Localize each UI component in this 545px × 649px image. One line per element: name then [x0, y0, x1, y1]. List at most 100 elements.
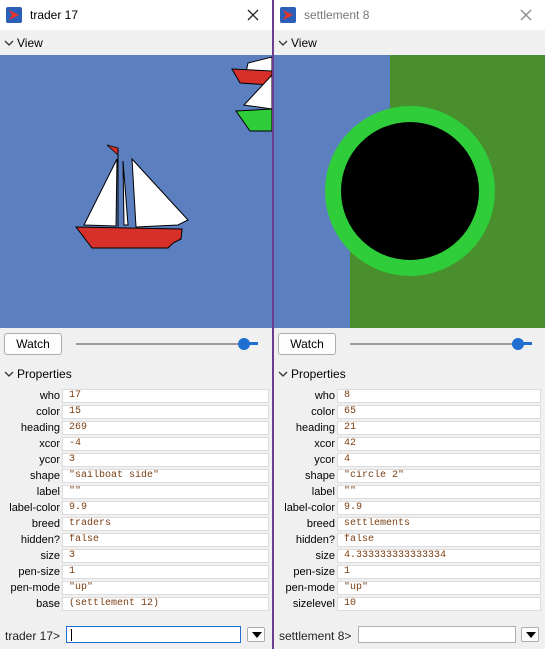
property-row: label "" [0, 484, 272, 500]
property-label: heading [295, 422, 335, 434]
property-field[interactable]: "" [337, 485, 541, 499]
property-field[interactable]: "up" [337, 581, 541, 595]
property-field[interactable]: false [62, 533, 269, 547]
agent-monitor-trader: trader 17 View Watch Properties who 17 c… [0, 0, 272, 649]
property-field[interactable]: false [337, 533, 541, 547]
window-title: trader 17 [30, 8, 79, 22]
property-field[interactable]: settlements [337, 517, 541, 531]
zoom-slider[interactable] [76, 336, 258, 352]
property-label: size [40, 550, 60, 562]
property-field[interactable]: "circle 2" [337, 469, 541, 483]
property-label: breed [31, 518, 60, 530]
property-label: label-color [284, 502, 335, 514]
command-history-dropdown[interactable] [521, 627, 539, 642]
chevron-down-icon [278, 371, 288, 377]
property-row: size 3 [0, 548, 272, 564]
property-field[interactable]: 17 [62, 389, 269, 403]
property-field[interactable]: 4 [337, 453, 541, 467]
property-field[interactable]: "sailboat side" [62, 469, 269, 483]
property-field[interactable]: "up" [62, 581, 269, 595]
property-label: color [311, 406, 335, 418]
property-row: color 15 [0, 404, 272, 420]
property-field[interactable]: 65 [337, 405, 541, 419]
chevron-down-icon [4, 371, 14, 377]
property-field[interactable]: 10 [337, 597, 541, 611]
property-field[interactable]: 1 [337, 565, 541, 579]
property-field[interactable]: 3 [62, 549, 269, 563]
properties-label: Properties [17, 367, 72, 381]
property-field[interactable]: (settlement 12) [62, 597, 269, 611]
command-prompt: trader 17> [5, 629, 61, 643]
netlogo-app-icon [280, 7, 296, 23]
property-field[interactable]: -4 [62, 437, 269, 451]
world-view-canvas [274, 55, 545, 328]
dropdown-arrow-icon [252, 632, 262, 638]
property-row: pen-size 1 [274, 564, 545, 580]
property-label: xcor [314, 438, 335, 450]
property-label: label-color [9, 502, 60, 514]
property-row: who 8 [274, 388, 545, 404]
property-row: heading 269 [0, 420, 272, 436]
property-row: shape "sailboat side" [0, 468, 272, 484]
property-field[interactable]: 4.333333333333334 [337, 549, 541, 563]
property-label: ycor [39, 454, 60, 466]
command-center: trader 17> [0, 620, 272, 649]
property-field[interactable]: 3 [62, 453, 269, 467]
property-row: ycor 3 [0, 452, 272, 468]
slider-thumb[interactable] [512, 338, 524, 350]
property-label: who [39, 390, 60, 402]
property-field[interactable]: 1 [62, 565, 269, 579]
slider-thumb[interactable] [238, 338, 250, 350]
property-label: xcor [39, 438, 60, 450]
property-label: pen-mode [285, 582, 335, 594]
command-input[interactable] [358, 626, 516, 643]
property-row: pen-mode "up" [0, 580, 272, 596]
property-row: label-color 9.9 [0, 500, 272, 516]
property-row: shape "circle 2" [274, 468, 545, 484]
property-field[interactable]: 9.9 [62, 501, 269, 515]
properties-section-header[interactable]: Properties [0, 363, 272, 385]
close-icon[interactable] [244, 6, 262, 24]
command-history-dropdown[interactable] [247, 627, 265, 642]
chevron-down-icon [278, 40, 288, 46]
property-field[interactable]: 269 [62, 421, 269, 435]
property-label: pen-mode [10, 582, 60, 594]
property-row: sizelevel 10 [274, 596, 545, 612]
property-row: ycor 4 [274, 452, 545, 468]
property-label: pen-size [293, 566, 335, 578]
property-row: who 17 [0, 388, 272, 404]
property-row: label-color 9.9 [274, 500, 545, 516]
title-bar: trader 17 [0, 0, 272, 30]
command-center: settlement 8> [274, 620, 545, 649]
watch-button[interactable]: Watch [278, 333, 336, 355]
slider-track [350, 343, 532, 345]
zoom-slider[interactable] [350, 336, 532, 352]
property-row: heading 21 [274, 420, 545, 436]
property-row: pen-size 1 [0, 564, 272, 580]
close-icon[interactable] [517, 6, 535, 24]
property-label: ycor [314, 454, 335, 466]
property-label: size [315, 550, 335, 562]
property-label: who [314, 390, 335, 402]
netlogo-app-icon [6, 7, 22, 23]
property-row: pen-mode "up" [274, 580, 545, 596]
property-field[interactable]: 9.9 [337, 501, 541, 515]
property-field[interactable]: "" [62, 485, 269, 499]
property-field[interactable]: 21 [337, 421, 541, 435]
view-section-header[interactable]: View [274, 32, 545, 54]
property-label: pen-size [18, 566, 60, 578]
dropdown-arrow-icon [526, 632, 536, 638]
property-field[interactable]: 15 [62, 405, 269, 419]
property-field[interactable]: 8 [337, 389, 541, 403]
command-input[interactable] [66, 626, 241, 643]
property-field[interactable]: traders [62, 517, 269, 531]
property-label: shape [305, 470, 335, 482]
property-row: base (settlement 12) [0, 596, 272, 612]
property-field[interactable]: 42 [337, 437, 541, 451]
property-row: breed traders [0, 516, 272, 532]
properties-list: who 8 color 65 heading 21 xcor 42 ycor 4 shap… [274, 388, 545, 612]
view-section-header[interactable]: View [0, 32, 272, 54]
agent-view [0, 55, 272, 328]
watch-button[interactable]: Watch [4, 333, 62, 355]
properties-section-header[interactable]: Properties [274, 363, 545, 385]
